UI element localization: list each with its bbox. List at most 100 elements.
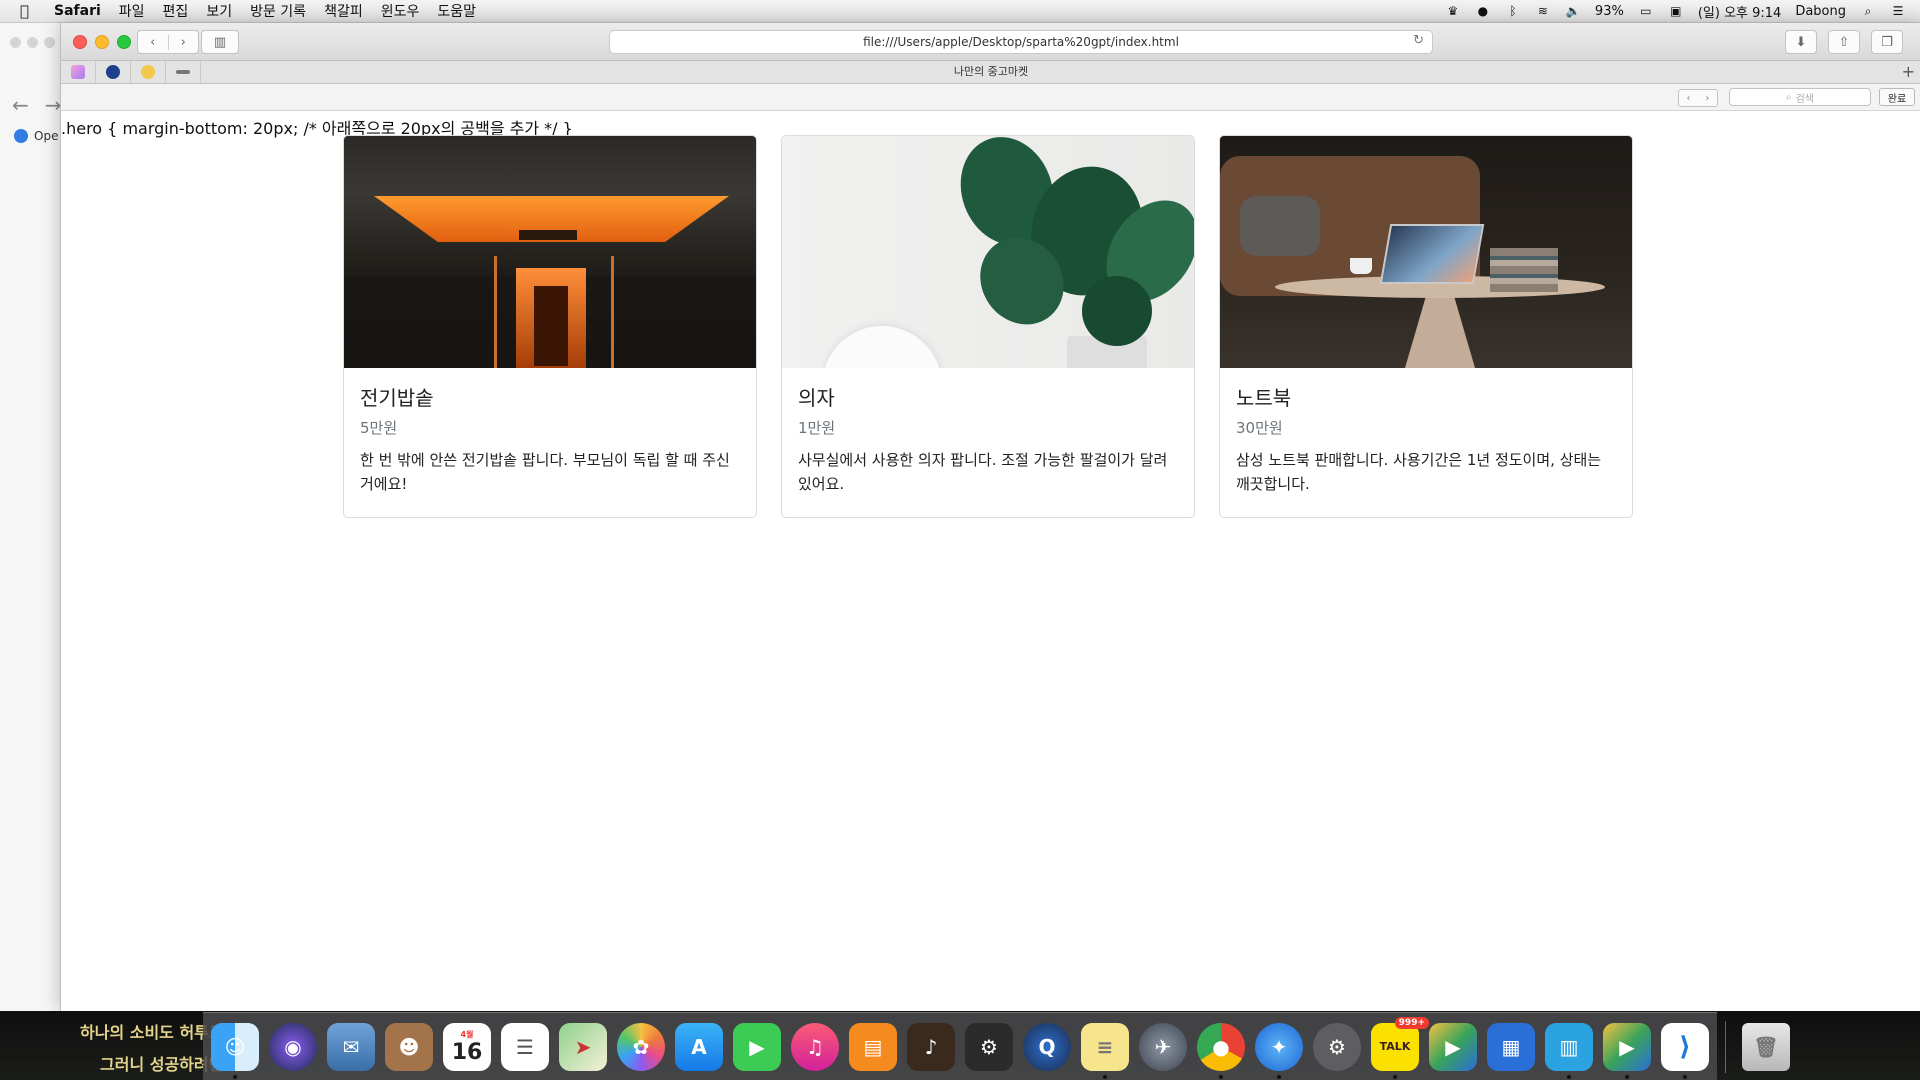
kakaotalk-label: TALK bbox=[1379, 1040, 1411, 1053]
battery-percent[interactable]: 93% bbox=[1595, 4, 1624, 19]
user-name[interactable]: Dabong bbox=[1795, 4, 1846, 19]
close-window-button[interactable] bbox=[73, 35, 87, 49]
product-title: 노트북 bbox=[1236, 386, 1292, 410]
product-image bbox=[782, 136, 1194, 368]
new-tab-icon[interactable]: + bbox=[1902, 61, 1915, 83]
forward-button[interactable]: › bbox=[167, 34, 199, 50]
vscode-icon[interactable]: ⟩ bbox=[1661, 1022, 1709, 1079]
system-preferences-icon[interactable]: ⚙ bbox=[1313, 1022, 1361, 1071]
contacts-icon[interactable]: ☻ bbox=[385, 1022, 433, 1071]
facetime-icon[interactable]: ▶ bbox=[733, 1022, 781, 1071]
crown-icon[interactable]: ♛ bbox=[1445, 4, 1461, 18]
menu-window[interactable]: 윈도우 bbox=[381, 1, 420, 21]
sheets-app-icon[interactable]: ▶ bbox=[1603, 1022, 1651, 1079]
menu-app-name[interactable]: Safari bbox=[54, 3, 101, 19]
find-nav-buttons: ‹ › bbox=[1678, 89, 1718, 107]
tab-overview-icon[interactable]: ❐ bbox=[1871, 30, 1903, 54]
fullscreen-window-button[interactable] bbox=[117, 35, 131, 49]
spotlight-search-icon[interactable]: ⌕ bbox=[1860, 4, 1876, 18]
quicktime-icon[interactable]: Q bbox=[1023, 1022, 1071, 1071]
page-content: .hero { margin-bottom: 20px; /* 아래쪽으로 20… bbox=[61, 111, 1920, 1011]
chrome-icon[interactable]: ● bbox=[1197, 1022, 1245, 1079]
word-icon[interactable]: ▦ bbox=[1487, 1022, 1535, 1071]
browser-toolbar: ‹ › ▥ file:///Users/apple/Desktop/sparta… bbox=[61, 23, 1920, 61]
input-source-icon[interactable]: ▣ bbox=[1668, 4, 1684, 18]
downloads-icon[interactable]: ⬇ bbox=[1785, 30, 1817, 54]
notification-center-icon[interactable]: ☰ bbox=[1890, 4, 1906, 18]
unread-badge: 999+ bbox=[1394, 1016, 1429, 1029]
calendar-icon[interactable]: 4월 16 bbox=[443, 1022, 491, 1071]
battery-icon[interactable]: ▭ bbox=[1638, 4, 1654, 18]
find-input[interactable]: ⌕ 검색 bbox=[1729, 88, 1871, 106]
product-description: 삼성 노트북 판매합니다. 사용기간은 1년 정도이며, 상태는 깨끗합니다. bbox=[1236, 451, 1602, 493]
bluetooth-icon[interactable]: ᛒ bbox=[1505, 4, 1521, 18]
product-card[interactable]: 의자 1만원 사무실에서 사용한 의자 팝니다. 조절 가능한 팔걸이가 달려있… bbox=[781, 135, 1195, 518]
find-bar: ‹ › ⌕ 검색 완료 bbox=[61, 84, 1920, 111]
share-icon[interactable]: ⇧ bbox=[1828, 30, 1860, 54]
background-window[interactable]: ← → Ope bbox=[0, 23, 62, 1013]
product-card[interactable]: 노트북 30만원 삼성 노트북 판매합니다. 사용기간은 1년 정도이며, 상태… bbox=[1219, 135, 1633, 518]
dock-separator bbox=[1725, 1020, 1726, 1073]
siri-icon[interactable]: ◉ bbox=[269, 1022, 317, 1071]
menu-view[interactable]: 보기 bbox=[206, 1, 232, 21]
reload-icon[interactable]: ↻ bbox=[1413, 33, 1424, 48]
back-arrow-icon[interactable]: ← bbox=[12, 93, 29, 117]
menu-history[interactable]: 방문 기록 bbox=[250, 1, 306, 21]
product-image bbox=[1220, 136, 1632, 368]
menu-file[interactable]: 파일 bbox=[119, 1, 145, 21]
product-card[interactable]: 전기밥솥 5만원 한 번 밖에 안쓴 전기밥솥 팝니다. 부모님이 독립 할 때… bbox=[343, 135, 757, 518]
music-icon[interactable]: ♫ bbox=[791, 1022, 839, 1071]
favorite-tab-2[interactable] bbox=[96, 61, 131, 83]
maps-icon[interactable]: ➤ bbox=[559, 1022, 607, 1071]
finder-icon[interactable]: ☺ bbox=[211, 1022, 259, 1079]
find-next-icon[interactable]: › bbox=[1706, 93, 1710, 104]
menu-bar:  Safari 파일 편집 보기 방문 기록 책갈피 윈도우 도움말 ♛ ● … bbox=[0, 0, 1920, 23]
mail-icon[interactable]: ✉ bbox=[327, 1022, 375, 1071]
trash-icon[interactable]: 🗑 bbox=[1742, 1022, 1790, 1071]
active-tab-title[interactable]: 나만의 중고마켓 bbox=[61, 61, 1920, 83]
product-card-list: 전기밥솥 5만원 한 번 밖에 안쓴 전기밥솥 팝니다. 부모님이 독립 할 때… bbox=[343, 135, 1633, 518]
background-window-nav: ← → bbox=[12, 93, 62, 117]
notification-icon[interactable]: ● bbox=[1475, 4, 1491, 18]
find-placeholder: 검색 bbox=[1795, 93, 1814, 105]
url-text: file:///Users/apple/Desktop/sparta%20gpt… bbox=[863, 35, 1179, 49]
favorite-tab-3[interactable] bbox=[131, 61, 166, 83]
safari-icon[interactable]: ✦ bbox=[1255, 1022, 1303, 1079]
launchpad-icon[interactable]: ✈ bbox=[1139, 1022, 1187, 1071]
background-window-item[interactable]: Ope bbox=[14, 129, 58, 143]
kakaotalk-icon[interactable]: TALK 999+ bbox=[1371, 1016, 1429, 1079]
window-controls bbox=[73, 35, 131, 49]
minimize-window-button[interactable] bbox=[95, 35, 109, 49]
office-icon[interactable]: ▶ bbox=[1429, 1022, 1477, 1071]
apple-icon[interactable]:  bbox=[20, 2, 40, 20]
product-price: 5만원 bbox=[360, 419, 398, 437]
garageband-icon[interactable]: ♪ bbox=[907, 1022, 955, 1071]
pinned-site-icon bbox=[106, 65, 120, 79]
menu-help[interactable]: 도움말 bbox=[437, 1, 476, 21]
clock[interactable]: (일) 오후 9:14 bbox=[1698, 2, 1781, 21]
volume-icon[interactable]: 🔈 bbox=[1565, 4, 1581, 18]
wifi-icon[interactable]: ≋ bbox=[1535, 4, 1551, 18]
excel-icon[interactable]: ▥ bbox=[1545, 1022, 1593, 1079]
books-icon[interactable]: ▤ bbox=[849, 1022, 897, 1071]
favorite-tab-4[interactable] bbox=[166, 61, 201, 83]
favorite-tab-1[interactable] bbox=[61, 61, 96, 83]
back-button[interactable]: ‹ bbox=[138, 35, 168, 50]
background-window-label: Ope bbox=[34, 129, 59, 143]
menu-edit[interactable]: 편집 bbox=[163, 1, 189, 21]
notes-icon[interactable]: ≡ bbox=[1081, 1022, 1129, 1079]
product-title: 의자 bbox=[798, 386, 835, 410]
address-bar[interactable]: file:///Users/apple/Desktop/sparta%20gpt… bbox=[609, 30, 1433, 54]
photos-icon[interactable]: ✿ bbox=[617, 1022, 665, 1071]
product-price: 30만원 bbox=[1236, 419, 1283, 437]
menu-bookmarks[interactable]: 책갈피 bbox=[324, 1, 363, 21]
product-description: 사무실에서 사용한 의자 팝니다. 조절 가능한 팔걸이가 달려있어요. bbox=[798, 451, 1168, 493]
product-price: 1만원 bbox=[798, 419, 836, 437]
app-store-icon[interactable]: A bbox=[675, 1022, 723, 1071]
find-done-button[interactable]: 완료 bbox=[1879, 88, 1915, 106]
keychain-icon[interactable]: ⚙ bbox=[965, 1022, 1013, 1071]
reminders-icon[interactable]: ☰ bbox=[501, 1022, 549, 1071]
navigation-buttons: ‹ › bbox=[137, 30, 199, 54]
sidebar-toggle-icon[interactable]: ▥ bbox=[201, 30, 239, 54]
find-previous-icon[interactable]: ‹ bbox=[1687, 93, 1691, 104]
